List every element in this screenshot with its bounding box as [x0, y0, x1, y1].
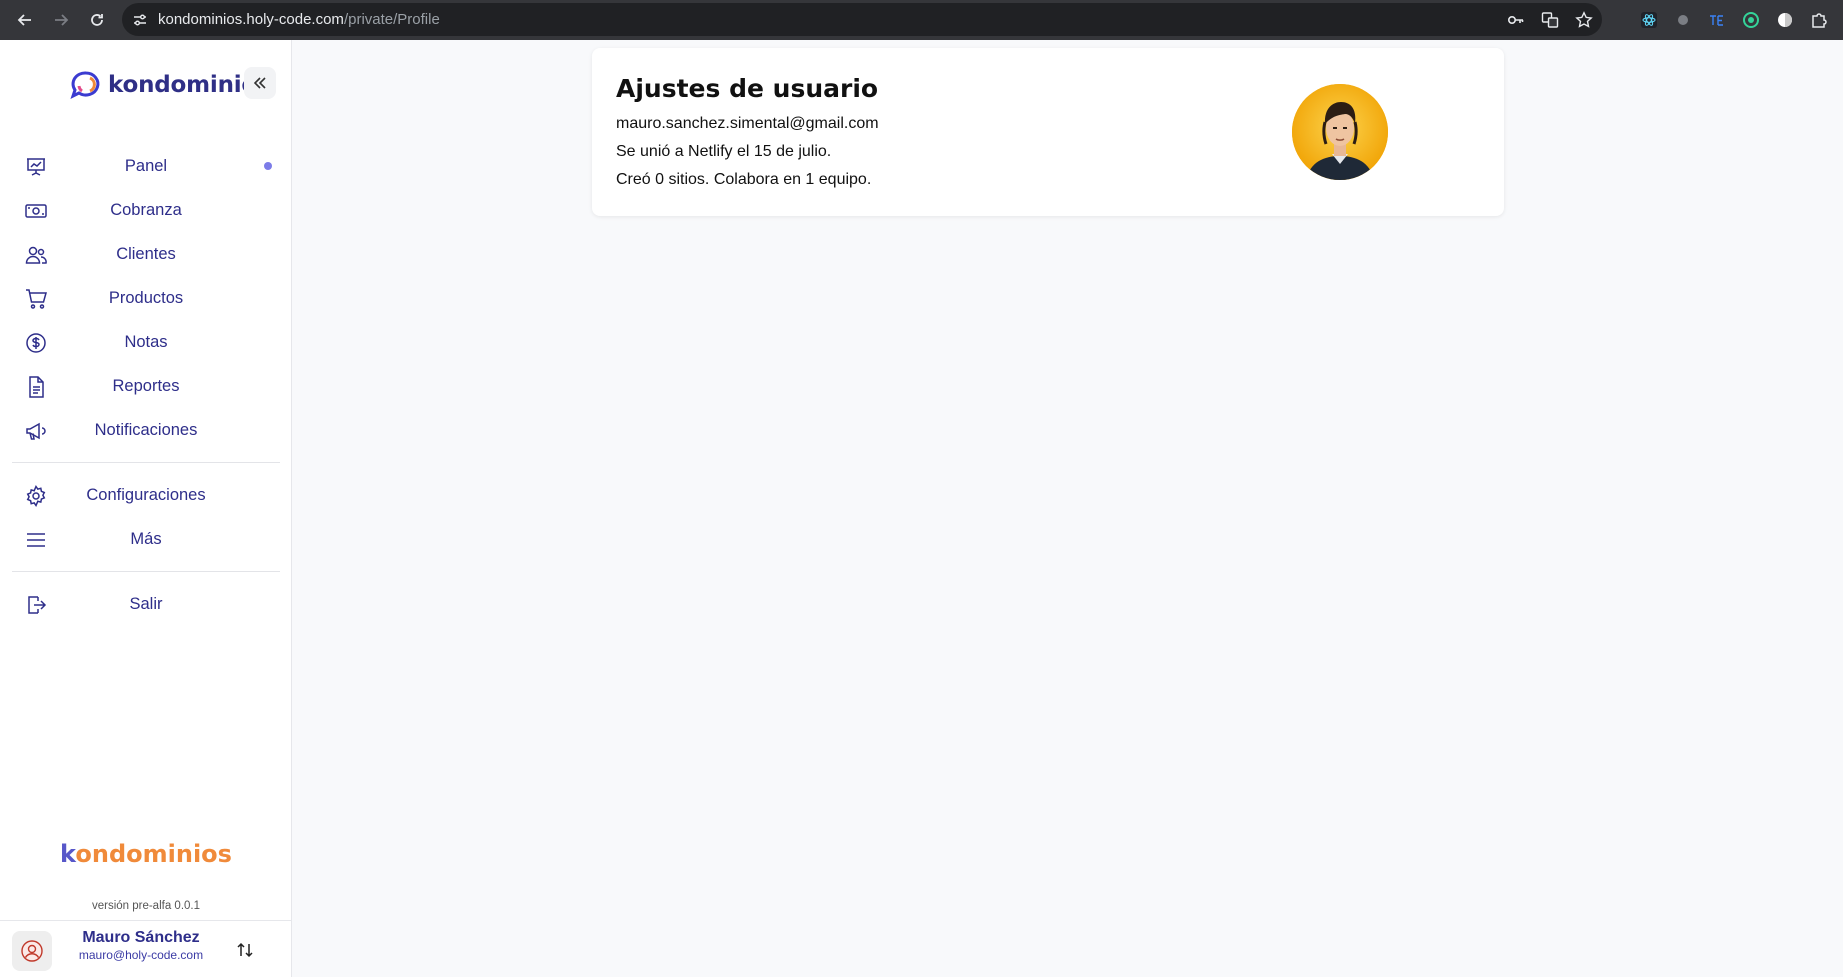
sidebar: kondominios Panel Cobranza Clientes Prod…	[0, 40, 292, 977]
translate-icon[interactable]	[1540, 10, 1560, 30]
megaphone-icon	[26, 422, 46, 440]
avatar[interactable]	[12, 931, 52, 971]
document-icon	[29, 376, 44, 398]
profile-email: mauro.sanchez.simental@gmail.com	[616, 115, 879, 132]
url-text: kondominios.holy-code.com/private/Profil…	[158, 11, 440, 28]
sidebar-item-label: Panel	[124, 156, 168, 175]
logout-icon	[28, 596, 47, 614]
sidebar-item-notificaciones[interactable]: Notificaciones	[12, 408, 280, 452]
url-path: /private/Profile	[343, 11, 440, 28]
profile-avatar[interactable]	[1292, 84, 1388, 180]
collapse-sidebar-button[interactable]	[244, 67, 276, 99]
site-settings-icon[interactable]	[130, 10, 150, 30]
active-indicator-dot	[264, 162, 272, 170]
extension-gray-icon[interactable]	[1673, 10, 1693, 30]
extension-white-icon[interactable]	[1775, 10, 1795, 30]
sidebar-item-label: Cobranza	[110, 200, 182, 219]
browser-toolbar: kondominios.holy-code.com/private/Profil…	[0, 0, 1843, 40]
key-icon[interactable]	[1506, 10, 1526, 30]
star-icon[interactable]	[1574, 10, 1594, 30]
sidebar-item-reportes[interactable]: Reportes	[12, 364, 280, 408]
extension-green-icon[interactable]	[1741, 10, 1761, 30]
sidebar-item-cobranza[interactable]: Cobranza	[12, 188, 280, 232]
dollar-circle-icon	[26, 333, 46, 353]
sidebar-item-productos[interactable]: Productos	[12, 276, 280, 320]
sidebar-item-panel[interactable]: Panel	[12, 144, 280, 188]
cash-icon	[25, 204, 47, 218]
user-email: mauro@holy-code.com	[78, 948, 204, 962]
cart-icon	[26, 289, 47, 309]
sidebar-divider	[12, 571, 280, 572]
switch-account-icon[interactable]	[234, 939, 256, 961]
profile-joined: Se unió a Netlify el 15 de julio.	[616, 143, 832, 160]
sidebar-item-configuraciones[interactable]: Configuraciones	[12, 473, 280, 517]
sidebar-item-label: Configuraciones	[86, 485, 206, 504]
sidebar-item-notas[interactable]: Notas	[12, 320, 280, 364]
extensions-puzzle-icon[interactable]	[1809, 10, 1829, 30]
menu-icon	[27, 533, 45, 547]
reload-icon[interactable]	[84, 7, 110, 33]
user-circle-icon	[21, 940, 43, 962]
sidebar-item-mas[interactable]: Más	[12, 517, 280, 561]
user-info: Mauro Sánchez mauro@holy-code.com	[60, 929, 222, 962]
footer-brand-first-letter: k	[60, 840, 76, 868]
sidebar-nav: Panel Cobranza Clientes Productos Notas …	[12, 144, 280, 626]
sidebar-item-label: Más	[130, 529, 162, 548]
chevrons-left-icon	[253, 77, 266, 89]
sidebar-item-label: Productos	[108, 288, 184, 307]
sidebar-item-clientes[interactable]: Clientes	[12, 232, 280, 276]
sidebar-item-label: Notas	[124, 332, 168, 351]
te-extension-icon[interactable]	[1707, 10, 1727, 30]
sidebar-item-label: Salir	[129, 594, 163, 613]
profile-portrait-image	[1292, 84, 1388, 180]
version-text: versión pre-alfa 0.0.1	[91, 900, 201, 912]
sidebar-item-salir[interactable]: Salir	[12, 582, 280, 626]
page-title: Ajustes de usuario	[616, 74, 879, 103]
react-devtools-icon[interactable]	[1639, 10, 1659, 30]
chat-bubble-logo-icon	[70, 71, 100, 99]
presentation-chart-icon	[27, 158, 45, 176]
sidebar-divider	[12, 462, 280, 463]
back-icon[interactable]	[12, 7, 38, 33]
profile-card: Ajustes de usuario mauro.sanchez.simenta…	[592, 48, 1504, 216]
gear-icon	[26, 484, 46, 508]
url-host: kondominios.holy-code.com	[158, 11, 344, 28]
sidebar-item-label: Clientes	[116, 244, 176, 263]
footer-brand-rest: ondominios	[75, 840, 232, 868]
sidebar-item-label: Notificaciones	[94, 420, 198, 439]
forward-icon[interactable]	[48, 7, 74, 33]
brand-logo[interactable]: kondominios	[70, 70, 271, 100]
user-account-bar[interactable]: Mauro Sánchez mauro@holy-code.com	[0, 920, 292, 977]
footer-brand: kondominios	[0, 840, 292, 868]
profile-stats: Creó 0 sitios. Colabora en 1 equipo.	[616, 171, 872, 188]
address-bar[interactable]: kondominios.holy-code.com/private/Profil…	[122, 3, 1602, 36]
users-icon	[25, 246, 47, 264]
sidebar-item-label: Reportes	[112, 376, 180, 395]
user-name: Mauro Sánchez	[82, 929, 200, 946]
